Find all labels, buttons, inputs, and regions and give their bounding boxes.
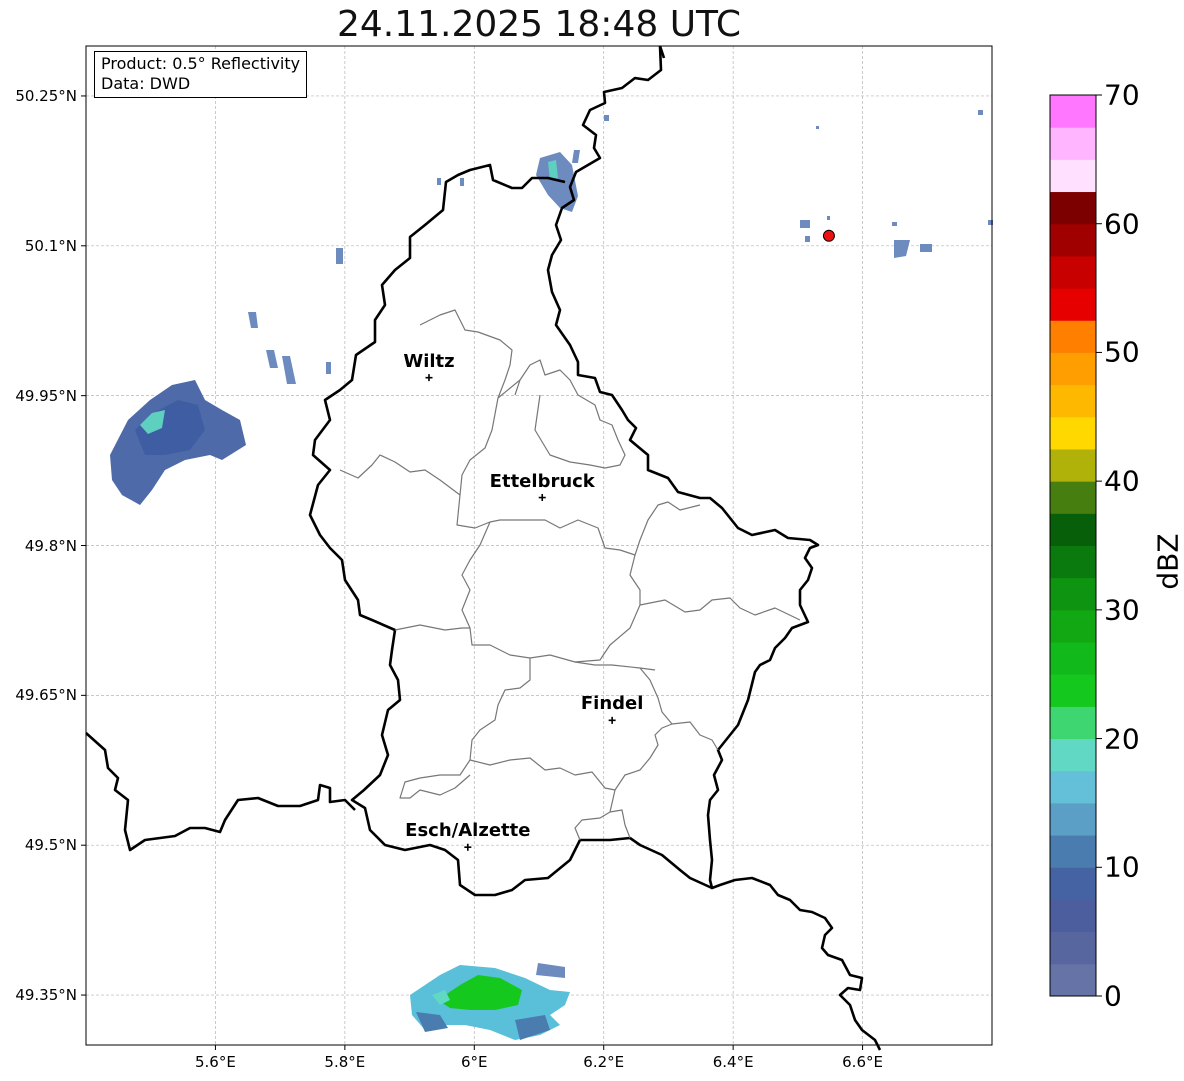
colorbar-unit-label: dBZ	[1151, 533, 1184, 590]
colorbar-segment	[1050, 513, 1096, 546]
colorbar-segment	[1050, 609, 1096, 643]
colorbar-segment	[1050, 127, 1096, 160]
city-marker	[425, 374, 433, 382]
colorbar-segment	[1050, 963, 1096, 997]
lat-tick-label: 49.95°N	[15, 386, 77, 405]
colorbar-segment	[1050, 95, 1096, 128]
colorbar-tick-label: 50	[1104, 335, 1140, 369]
colorbar-tick-label: 20	[1104, 722, 1140, 756]
city-marker	[608, 716, 616, 724]
colorbar-segment	[1050, 931, 1096, 965]
lat-tick-label: 49.5°N	[24, 836, 77, 855]
city-label: Wiltz	[403, 350, 455, 372]
colorbar-segment	[1050, 770, 1096, 804]
colorbar-tick-label: 60	[1104, 207, 1140, 241]
lon-tick-label: 6.4°E	[712, 1053, 754, 1071]
colorbar-segment	[1050, 835, 1096, 868]
colorbar-segment	[1050, 191, 1096, 225]
lon-tick-label: 6.2°E	[583, 1053, 625, 1071]
colorbar-segment	[1050, 706, 1096, 740]
colorbar-segment	[1050, 384, 1096, 418]
product-info-box: Product: 0.5° Reflectivity Data: DWD	[94, 51, 308, 98]
product-label: Product: 0.5° Reflectivity	[101, 54, 301, 73]
lon-tick-label: 6.6°E	[842, 1053, 883, 1071]
colorbar-segment	[1050, 352, 1096, 386]
colorbar-segment	[1050, 481, 1096, 514]
city-markers	[425, 374, 616, 851]
colorbar-segment	[1050, 899, 1096, 933]
lat-tick-label: 49.65°N	[15, 686, 77, 705]
radar-echoes	[110, 110, 993, 1040]
colorbar-segment	[1050, 545, 1096, 579]
colorbar-segment	[1050, 288, 1096, 321]
lat-tick-label: 50.1°N	[24, 236, 77, 255]
colorbar-segment	[1050, 448, 1096, 482]
colorbar-segment	[1050, 642, 1096, 675]
lon-tick-label: 5.6°E	[195, 1053, 236, 1071]
city-label: Esch/Alzette	[405, 820, 531, 842]
colorbar-tick-label: 70	[1104, 78, 1140, 112]
lat-tick-label: 49.8°N	[24, 536, 77, 555]
colorbar-segment	[1050, 416, 1096, 450]
data-source-label: Data: DWD	[101, 74, 191, 93]
radar-site-marker[interactable]	[822, 229, 835, 242]
colorbar-tick-label: 0	[1104, 979, 1122, 1013]
colorbar-tick-label: 30	[1104, 593, 1140, 627]
lat-tick-label: 49.35°N	[15, 986, 77, 1005]
colorbar-tick-label: 40	[1104, 464, 1140, 498]
colorbar-segment	[1050, 320, 1096, 353]
colorbar-segment	[1050, 802, 1096, 836]
colorbar	[1049, 94, 1102, 997]
city-marker	[464, 843, 472, 851]
colorbar-segment	[1050, 674, 1096, 707]
city-marker	[538, 494, 546, 502]
radar-map[interactable]	[0, 0, 1184, 1081]
colorbar-segment	[1050, 223, 1096, 257]
lon-tick-label: 5.8°E	[324, 1053, 366, 1071]
colorbar-tick-label: 10	[1104, 850, 1140, 884]
city-label: Findel	[580, 693, 644, 715]
luxembourg-border	[308, 163, 713, 897]
city-label: Ettelbruck	[489, 470, 595, 492]
axis-ticks	[81, 95, 864, 1050]
colorbar-segment	[1050, 867, 1096, 900]
graticule	[86, 46, 992, 1045]
colorbar-segment	[1050, 159, 1096, 193]
canton-borders	[339, 309, 801, 841]
colorbar-segment	[1050, 738, 1096, 772]
colorbar-segment	[1050, 577, 1096, 611]
country-borders	[85, 45, 882, 1051]
colorbar-segment	[1050, 255, 1096, 289]
lon-tick-label: 6°E	[461, 1053, 488, 1071]
lat-tick-label: 50.25°N	[15, 86, 77, 105]
